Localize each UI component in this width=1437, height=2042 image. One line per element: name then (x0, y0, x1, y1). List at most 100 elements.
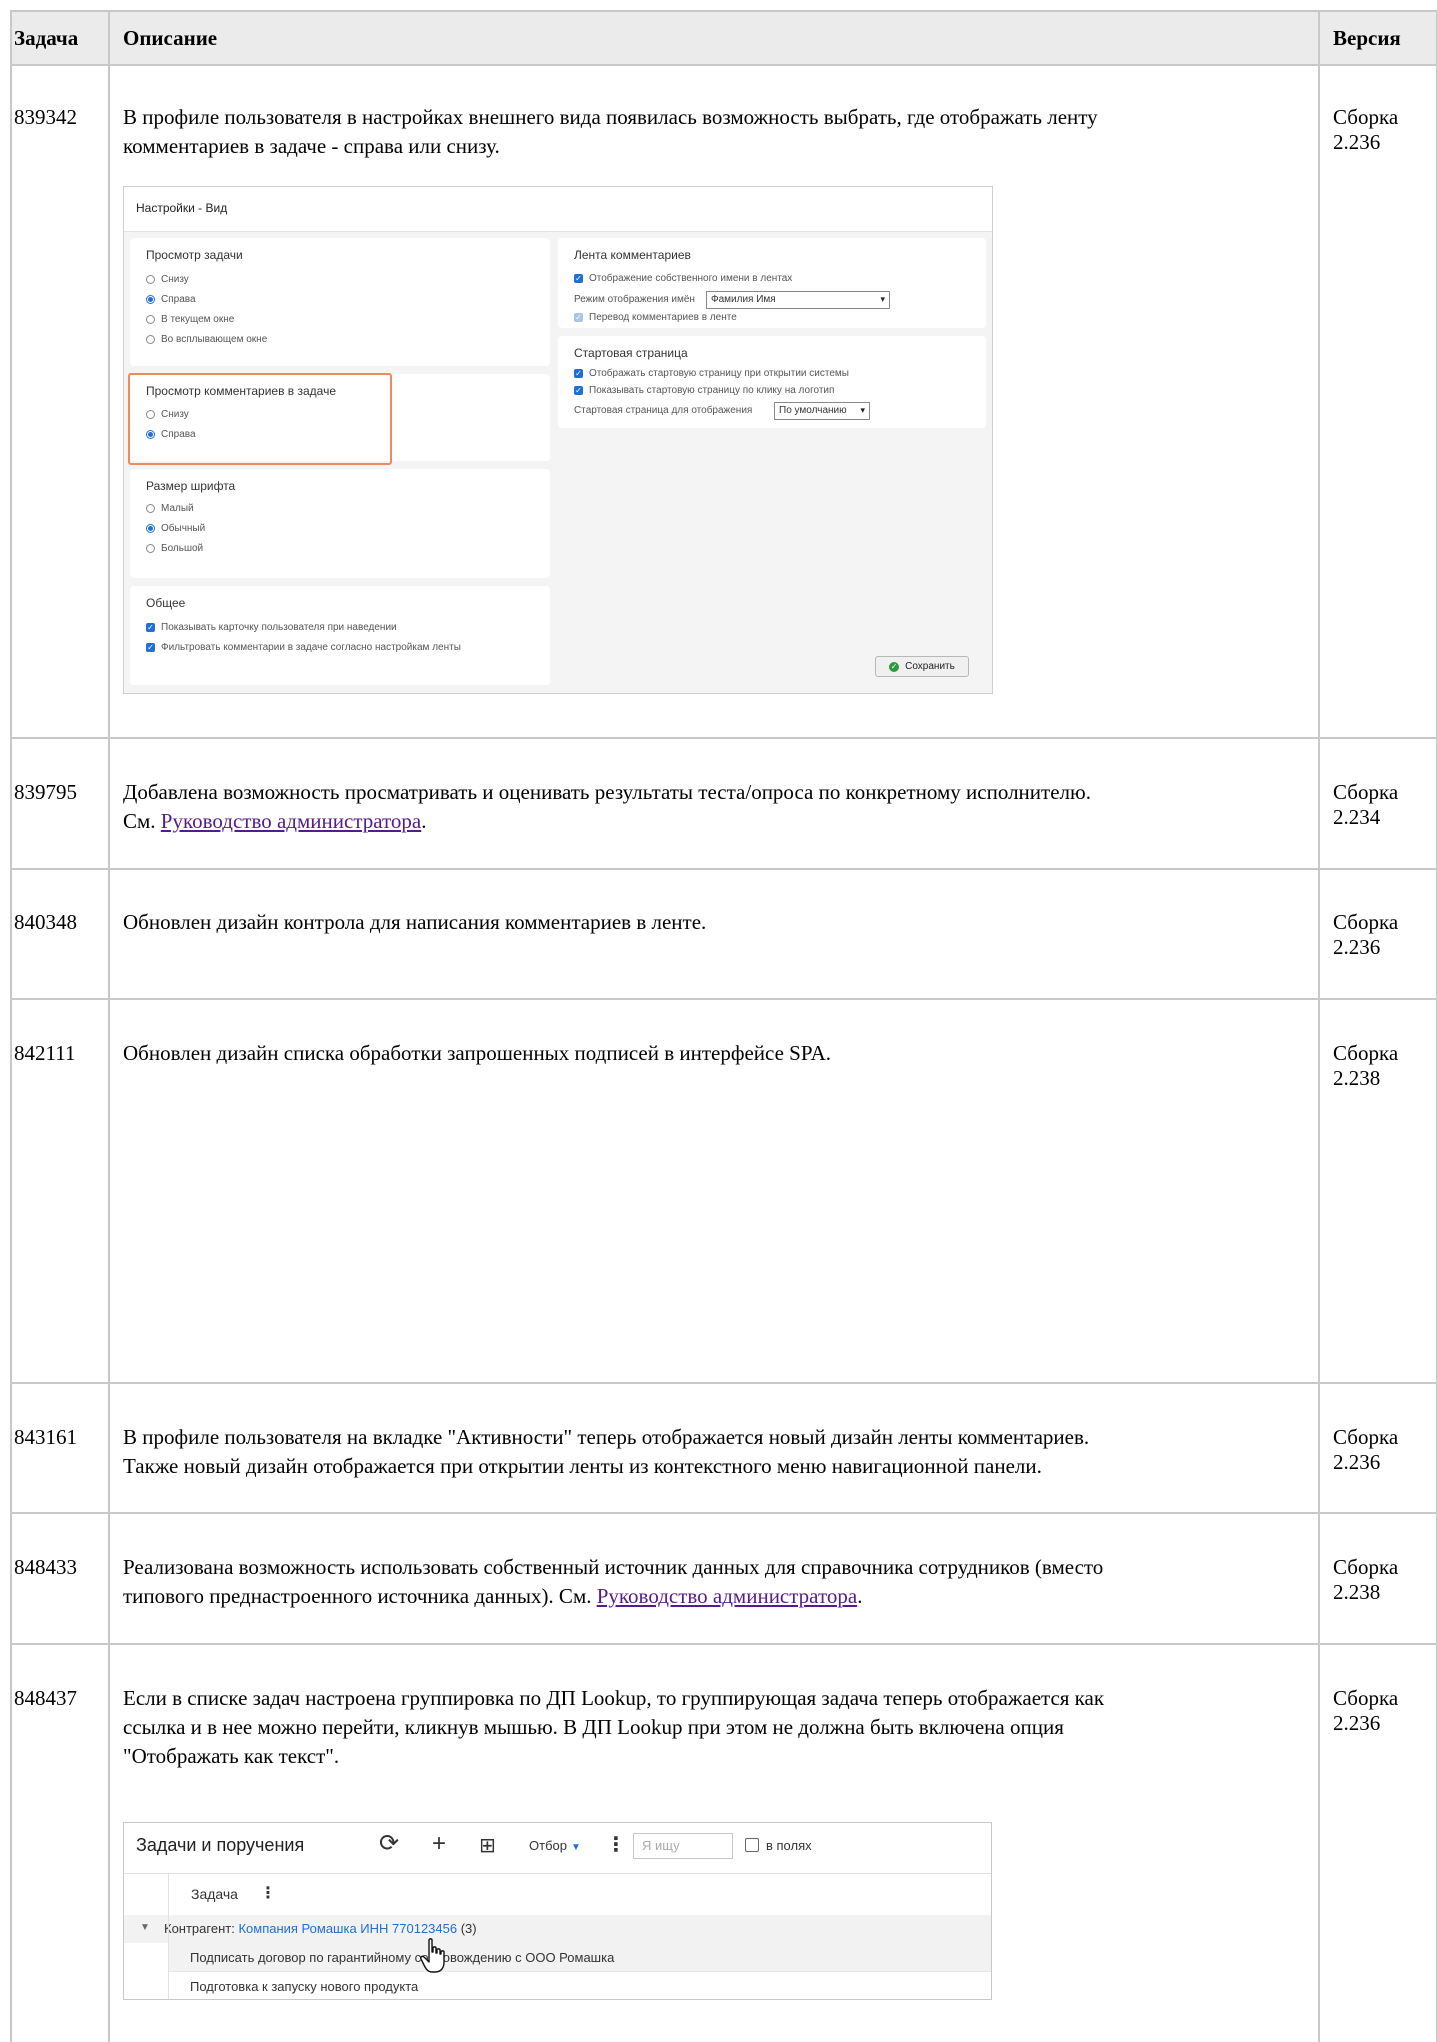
release-notes-table: Задача Описание Версия 839342 В профиле … (10, 10, 1437, 2042)
name-mode-select[interactable]: Фамилия Имя ▾ (706, 291, 890, 309)
checkbox-checked-icon: ✓ (574, 386, 583, 395)
group-row: ▼ Контрагент: Компания Ромашка ИНН 77012… (124, 1915, 991, 1943)
radio-option[interactable]: Во всплывающем окне (146, 334, 267, 345)
version-label: Сборка (1333, 1041, 1399, 1065)
collapse-triangle-icon[interactable]: ▼ (140, 1922, 150, 1933)
check-circle-icon: ✓ (889, 661, 900, 672)
settings-screenshot: Настройки - Вид Просмотр задачи Снизу Сп… (123, 186, 993, 694)
radio-option[interactable]: Большой (146, 543, 203, 554)
panel-title: Просмотр задачи (146, 248, 243, 262)
radio-option[interactable]: Справа (146, 294, 196, 305)
checkbox-option[interactable]: ✓ Отображение собственного имени в лентах (574, 273, 792, 284)
header-task: Задача (14, 26, 79, 50)
task-id: 848437 (14, 1686, 77, 1710)
list-item[interactable]: Подготовка к запуску нового продукта (168, 1971, 991, 2000)
description-line: Реализована возможность использовать соб… (123, 1555, 1104, 1579)
task-version: Сборка 2.236 (1333, 1686, 1423, 1736)
version-label: Сборка (1333, 1425, 1399, 1449)
radio-option[interactable]: Обычный (146, 523, 205, 534)
radio-option[interactable]: В текущем окне (146, 314, 234, 325)
task-version: Сборка 2.236 (1333, 910, 1423, 960)
start-page-label: Стартовая страница для отображения (574, 405, 753, 416)
column-divider (168, 1873, 169, 1999)
task-version: Сборка 2.238 (1333, 1041, 1423, 1091)
checkbox-disabled-icon: ✓ (574, 313, 583, 322)
checkbox-option[interactable]: ✓ Показывать карточку пользователя при на… (146, 622, 397, 633)
radio-option[interactable]: Малый (146, 503, 194, 514)
search-input[interactable]: Я ищу (633, 1833, 733, 1859)
description-line: типового преднастроенного источника данн… (123, 1584, 863, 1608)
checkbox-option[interactable]: ✓ Фильтровать комментарии в задаче соглас… (146, 642, 461, 653)
filter-button[interactable]: Отбор ▼ (529, 1838, 581, 1853)
version-label: Сборка (1333, 105, 1399, 129)
grid-line (108, 10, 110, 2042)
checkbox-option[interactable]: ✓ Отображать стартовую страницу при откры… (574, 368, 849, 379)
grid-line (10, 737, 1437, 739)
task-description: Если в списке задач настроена группировк… (123, 1684, 1303, 1771)
radio-icon (146, 504, 155, 513)
start-page-panel: Стартовая страница ✓ Отображать стартовую… (558, 336, 986, 428)
checkbox-option[interactable]: ✓ Перевод комментариев в ленте (574, 312, 737, 323)
grid-line (1318, 10, 1320, 2042)
version-label: Сборка (1333, 910, 1399, 934)
highlight-frame (128, 373, 392, 465)
task-version: Сборка 2.236 (1333, 1425, 1423, 1475)
group-link[interactable]: Компания Ромашка ИНН 770123456 (238, 1921, 457, 1936)
task-description: Обновлен дизайн списка обработки запроше… (123, 1041, 832, 1065)
radio-icon (146, 335, 155, 344)
column-header: Задача ⋮ (124, 1873, 991, 1916)
radio-icon (146, 275, 155, 284)
chevron-down-icon: ▾ (880, 294, 885, 304)
version-number: 2.236 (1333, 1450, 1381, 1474)
radio-option[interactable]: Снизу (146, 274, 189, 285)
in-fields-label: в полях (766, 1838, 812, 1853)
task-version: Сборка 2.236 (1333, 105, 1423, 155)
grid-line (10, 10, 12, 2042)
checkbox-option[interactable]: ✓ Показывать стартовую страницу по клику … (574, 385, 834, 396)
start-page-select[interactable]: По умолчанию ▾ (774, 402, 870, 420)
task-view-panel: Просмотр задачи Снизу Справа В текущем о… (130, 238, 550, 366)
plus-icon[interactable]: + (432, 1830, 446, 1858)
grid-line (10, 868, 1437, 870)
list-item[interactable]: Подписать договор по гарантийному сопров… (168, 1943, 991, 1971)
grid-line (10, 1643, 1437, 1645)
caret-down-icon: ▼ (570, 1842, 581, 1853)
refresh-icon[interactable]: ⟳ (379, 1830, 399, 1858)
font-size-panel: Размер шрифта Малый Обычный Большой (130, 469, 550, 578)
panel-title: Общее (146, 596, 186, 610)
task-description: Добавлена возможность просматривать и оц… (123, 778, 1303, 836)
task-id: 843161 (14, 1425, 77, 1449)
description-line: комментариев в задаче - справа или снизу… (123, 134, 500, 158)
description-line: В профиле пользователя на вкладке "Актив… (123, 1425, 1090, 1449)
panel-title: Лента комментариев (574, 248, 691, 262)
column-menu-icon[interactable]: ⋮ (260, 1883, 276, 1903)
checkbox-checked-icon: ✓ (146, 623, 155, 632)
description-line: Также новый дизайн отображается при откр… (123, 1454, 1042, 1478)
checkbox-checked-icon: ✓ (574, 274, 583, 283)
radio-icon (146, 315, 155, 324)
description-line: См. Руководство администратора. (123, 809, 427, 833)
grid-icon[interactable]: ⊞ (479, 1832, 496, 1860)
more-vertical-icon[interactable]: ⋮ (606, 1832, 626, 1857)
checkbox-checked-icon: ✓ (146, 643, 155, 652)
save-button[interactable]: ✓ Сохранить (875, 656, 969, 677)
panel-title: Стартовая страница (574, 346, 688, 360)
table-header: Задача Описание Версия (10, 10, 1437, 64)
description-line: В профиле пользователя в настройках внеш… (123, 105, 1098, 129)
hand-cursor-icon (420, 1938, 445, 1973)
radio-icon (146, 544, 155, 553)
description-line: Добавлена возможность просматривать и оц… (123, 780, 1091, 804)
in-fields-checkbox[interactable] (745, 1838, 759, 1852)
task-version: Сборка 2.234 (1333, 780, 1423, 830)
grid-line (10, 1382, 1437, 1384)
radio-checked-icon (146, 524, 155, 533)
settings-header: Настройки - Вид (124, 187, 992, 232)
admin-guide-link[interactable]: Руководство администратора (161, 809, 421, 833)
grid-line (10, 10, 1437, 12)
version-number: 2.234 (1333, 805, 1381, 829)
admin-guide-link[interactable]: Руководство администратора (597, 1584, 857, 1608)
task-description: Реализована возможность использовать соб… (123, 1553, 1303, 1611)
chevron-down-icon: ▾ (860, 405, 865, 415)
column-title: Задача (191, 1886, 238, 1902)
tasks-screenshot: Задачи и поручения ⟳ + ⊞ Отбор ▼ ⋮ Я ищу … (123, 1822, 992, 2000)
